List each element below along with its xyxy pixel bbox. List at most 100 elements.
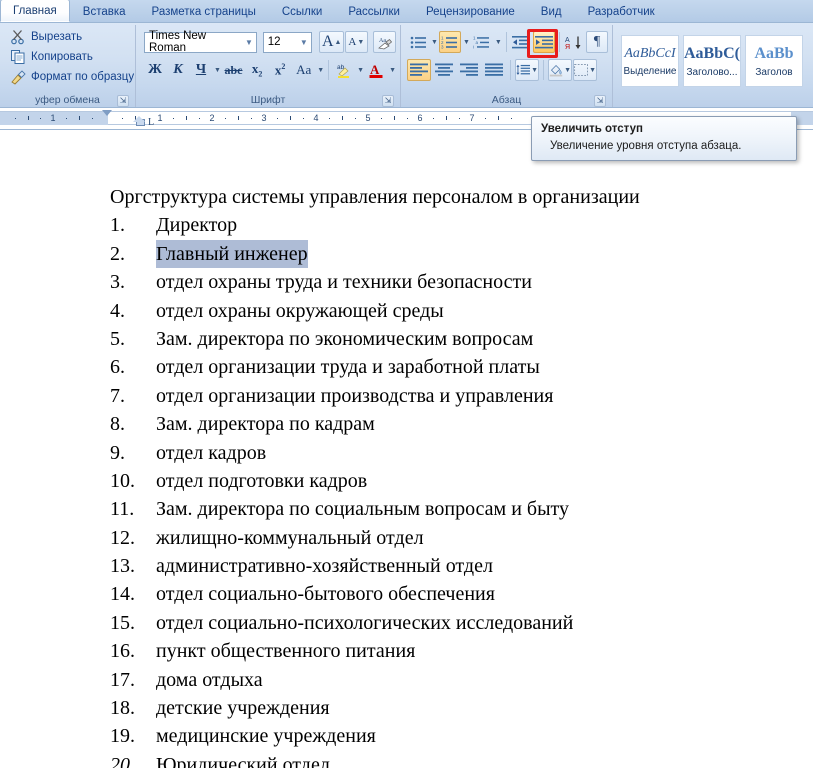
tab-stop-marker[interactable]: L <box>148 117 154 128</box>
list-item-text: отдел социально-бытового обеспечения <box>156 583 495 606</box>
subscript-button[interactable]: x2 <box>246 59 268 81</box>
multilevel-list-button[interactable]: 1 a i <box>471 31 493 53</box>
list-item[interactable]: 3. отдел охраны труда и техники безопасно… <box>110 268 813 296</box>
document-page[interactable]: Оргструктура системы управления персонал… <box>0 131 813 768</box>
tab-insert[interactable]: Вставка <box>70 1 139 22</box>
borders-button[interactable]: ▼ <box>573 59 597 81</box>
list-item[interactable]: 13. административно-хозяйственный отдел <box>110 552 813 580</box>
increase-indent-icon <box>534 35 553 48</box>
list-item[interactable]: 20. Юридический отдел <box>110 751 813 768</box>
tooltip-increase-indent: Увеличить отступ Увеличение уровня отсту… <box>531 116 797 161</box>
list-item-number: 5. <box>110 327 125 350</box>
justify-button[interactable] <box>482 59 506 81</box>
tab-references[interactable]: Ссылки <box>269 1 336 22</box>
style-item-vydelenie[interactable]: AaBbCcI Выделение <box>621 35 679 87</box>
first-line-indent-marker[interactable] <box>102 110 112 116</box>
subscript-icon: x2 <box>251 61 263 79</box>
paint-bucket-icon <box>549 64 563 76</box>
list-item-text: медицинские учреждения <box>156 725 376 748</box>
font-name-combo[interactable]: Times New Roman ▼ <box>144 30 257 54</box>
list-item[interactable]: 7. отдел организации производства и управ… <box>110 382 813 410</box>
font-dialog-launcher[interactable]: ⇲ <box>382 95 394 107</box>
tab-view[interactable]: Вид <box>528 1 575 22</box>
list-item[interactable]: 2. Главный инженер <box>110 239 813 269</box>
ruler-tick-label: 6 <box>417 113 423 123</box>
group-font: Times New Roman ▼ 12 ▼ A ▲ A ▼ Aa Ж К Ч … <box>135 25 400 107</box>
align-center-button[interactable] <box>432 59 456 81</box>
align-left-button[interactable] <box>407 59 431 81</box>
list-item[interactable]: 12. жилищно-коммунальный отдел <box>110 524 813 552</box>
format-painter-label: Формат по образцу <box>31 71 135 83</box>
tab-label: Главная <box>13 5 57 17</box>
list-item[interactable]: 4. отдел охраны окружающей среды <box>110 297 813 325</box>
tab-mailings[interactable]: Рассылки <box>335 1 413 22</box>
tab-developer[interactable]: Разработчик <box>575 1 668 22</box>
tab-label: Рассылки <box>348 6 400 18</box>
decrease-indent-button[interactable] <box>510 31 532 53</box>
text-highlight-button[interactable]: ab <box>333 59 355 81</box>
tab-review[interactable]: Рецензирование <box>413 1 528 22</box>
tab-label: Рецензирование <box>425 6 515 18</box>
font-color-chevron-icon[interactable]: ▼ <box>389 67 396 74</box>
tab-label: Разметка страницы <box>151 6 256 18</box>
tab-home[interactable]: Главная <box>0 0 70 22</box>
underline-chevron-icon[interactable]: ▼ <box>214 67 221 74</box>
list-item[interactable]: 11. Зам. директора по социальным вопросам… <box>110 495 813 523</box>
ruler-tick-label: 3 <box>261 113 267 123</box>
clipboard-dialog-launcher[interactable]: ⇲ <box>117 95 129 107</box>
list-item[interactable]: 15. отдел социально-психологических иссле… <box>110 609 813 637</box>
list-item[interactable]: 18. детские учреждения <box>110 694 813 722</box>
align-right-button[interactable] <box>457 59 481 81</box>
document-canvas[interactable]: Оргструктура системы управления персонал… <box>0 131 813 768</box>
paragraph-dialog-launcher[interactable]: ⇲ <box>594 95 606 107</box>
list-item[interactable]: 5. Зам. директора по экономическим вопрос… <box>110 325 813 353</box>
list-item[interactable]: 8. Зам. директора по кадрам <box>110 410 813 438</box>
italic-button[interactable]: К <box>167 59 189 81</box>
multilevel-list-icon: 1 a i <box>473 35 490 49</box>
clear-formatting-button[interactable]: Aa <box>373 31 397 53</box>
grow-font-button[interactable]: A ▲ <box>319 31 344 53</box>
show-formatting-marks-button[interactable]: ¶ <box>586 31 608 53</box>
tab-page-layout[interactable]: Разметка страницы <box>139 1 269 22</box>
style-item-heading-1[interactable]: AaBbC( Заголово... <box>683 35 741 87</box>
sort-button[interactable]: A Я <box>563 31 585 53</box>
strikethrough-button[interactable]: abc <box>222 59 245 81</box>
list-item[interactable]: 17. дома отдыха <box>110 666 813 694</box>
numbering-button[interactable]: 1 2 3 <box>438 31 461 53</box>
increase-indent-button[interactable] <box>532 31 555 53</box>
bullets-chevron-icon[interactable]: ▼ <box>431 39 438 46</box>
bold-button[interactable]: Ж <box>144 59 166 81</box>
superscript-button[interactable]: x2 <box>269 59 291 81</box>
list-item[interactable]: 14. отдел социально-бытового обеспечения <box>110 580 813 608</box>
tab-label: Вид <box>540 6 562 18</box>
list-item-number: 10. <box>110 469 135 492</box>
list-item[interactable]: 9. отдел кадров <box>110 439 813 467</box>
shading-button[interactable]: ▼ <box>548 59 572 81</box>
italic-icon: К <box>173 62 183 77</box>
shrink-font-button[interactable]: A ▼ <box>344 31 368 53</box>
highlight-chevron-icon[interactable]: ▼ <box>357 67 364 74</box>
list-item[interactable]: 6. отдел организации труда и заработной п… <box>110 353 813 381</box>
line-spacing-button[interactable]: ▼ <box>515 59 539 81</box>
pilcrow-icon: ¶ <box>593 34 601 49</box>
font-label-text: Шрифт <box>250 94 286 106</box>
font-color-button[interactable]: A <box>365 59 387 81</box>
list-item-text: пункт общественного питания <box>156 640 416 663</box>
cut-button[interactable]: Вырезать <box>4 27 131 47</box>
numbering-chevron-icon[interactable]: ▼ <box>463 39 470 46</box>
list-item[interactable]: 16. пункт общественного питания <box>110 637 813 665</box>
change-case-button[interactable]: Aa <box>292 59 315 81</box>
list-item[interactable]: 19. медицинские учреждения <box>110 722 813 750</box>
list-item-text: административно-хозяйственный отдел <box>156 555 493 578</box>
list-item[interactable]: 1. Директор <box>110 211 813 239</box>
list-item[interactable]: 10. отдел подготовки кадров <box>110 467 813 495</box>
style-item-heading-2[interactable]: AaBb Заголов <box>745 35 803 87</box>
bullets-button[interactable] <box>407 31 429 53</box>
copy-button[interactable]: Копировать <box>4 47 131 67</box>
format-painter-button[interactable]: Формат по образцу <box>4 67 135 87</box>
left-indent-marker[interactable] <box>133 116 145 122</box>
font-size-combo[interactable]: 12 ▼ <box>262 31 312 53</box>
underline-button[interactable]: Ч <box>190 59 212 81</box>
change-case-chevron-icon[interactable]: ▼ <box>317 67 324 74</box>
multilevel-chevron-icon[interactable]: ▼ <box>495 39 502 46</box>
